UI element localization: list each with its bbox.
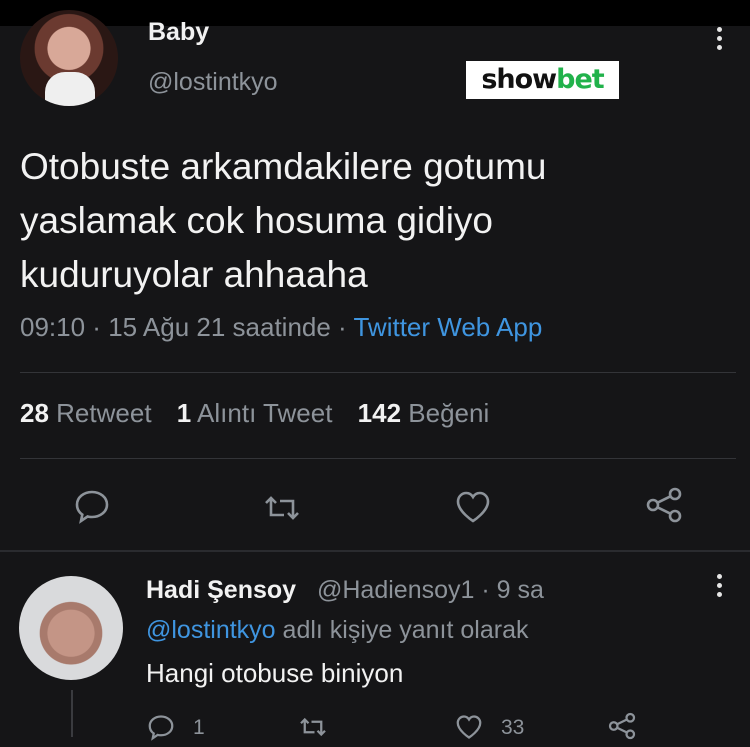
share-icon[interactable] [644,485,684,525]
reply-more-options-icon[interactable] [717,574,723,601]
showbet-watermark-logo: showbet [466,61,619,99]
author-avatar[interactable] [20,10,118,106]
reply-reply-icon[interactable] [146,712,176,742]
reply-age: · 9 sa [481,576,544,604]
reply-author-avatar[interactable] [19,576,123,680]
reply-context: @lostintkyo adlı kişiye yanıt olarak [146,616,529,644]
reply-to-mention[interactable]: @lostintkyo [146,616,276,644]
more-options-icon[interactable] [717,27,723,54]
tweet-text: Otobuste arkamdakilere gotumu yaslamak c… [20,146,547,295]
author-display-name[interactable]: Baby [148,18,209,47]
tweet-stats: 28 Retweet 1 Alıntı Tweet 142 Beğeni [20,398,489,429]
reply-like-icon[interactable] [454,712,484,742]
retweet-stat[interactable]: 28 Retweet [20,398,152,428]
reply-like-count: 33 [501,716,525,739]
reply-text: Hangi otobuse biniyon [146,658,404,688]
quote-stat[interactable]: 1 Alıntı Tweet [177,398,333,428]
retweet-icon[interactable] [262,488,302,528]
reply-retweet-icon[interactable] [298,712,328,742]
tweet-source-link[interactable]: Twitter Web App [353,312,542,342]
tweet-timestamp: 09:10 · 15 Ağu 21 saatinde · Twitter Web… [20,312,543,342]
author-handle[interactable]: @lostintkyo [148,68,278,97]
divider [20,458,736,459]
section-divider [0,550,750,552]
status-bar [0,0,750,26]
reply-reply-count: 1 [193,716,205,739]
like-icon[interactable] [453,487,493,527]
thread-line [71,690,73,737]
reply-author-handle[interactable]: @Hadiensoy1 · 9 sa [317,576,544,605]
divider [20,372,736,373]
reply-author-name[interactable]: Hadi Şensoy [146,576,296,605]
reply-icon[interactable] [72,486,112,526]
like-stat[interactable]: 142 Beğeni [358,398,490,428]
